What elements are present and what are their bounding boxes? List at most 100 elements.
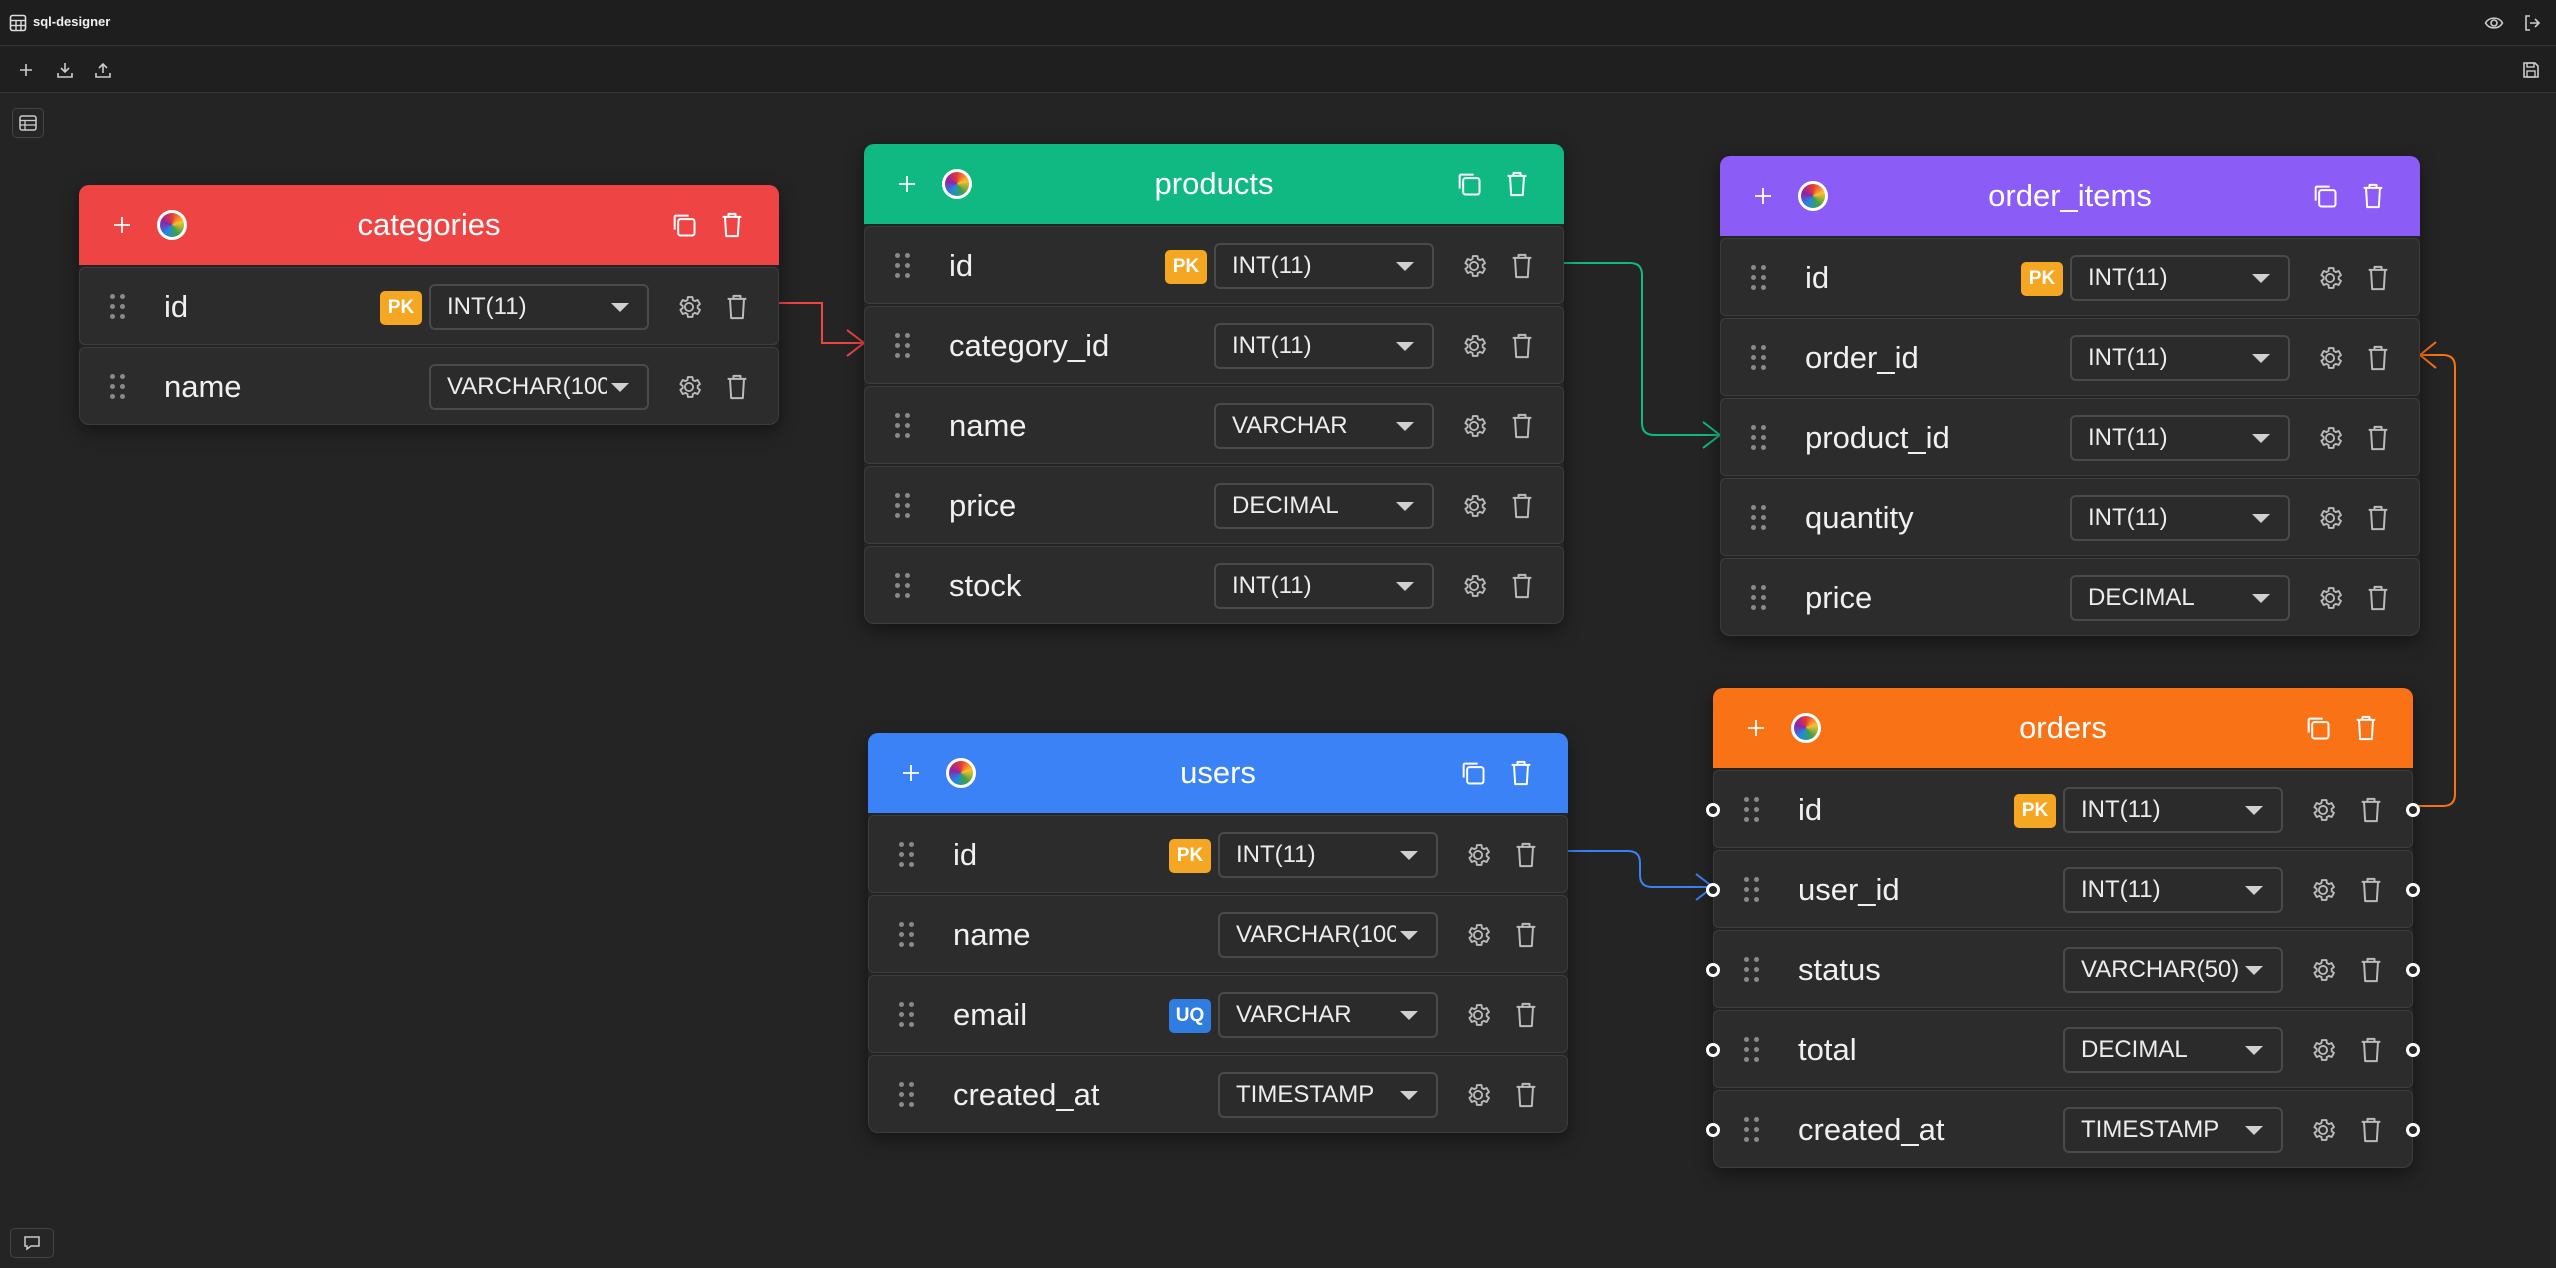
field-row[interactable]: name VARCHAR(100) — [868, 895, 1568, 973]
field-name[interactable]: id — [949, 227, 973, 305]
type-select[interactable]: VARCHAR(50) — [2063, 947, 2283, 993]
gear-icon[interactable] — [674, 292, 704, 322]
field-name[interactable]: id — [1798, 771, 1822, 849]
type-select[interactable]: VARCHAR(100) — [429, 364, 649, 410]
field-name[interactable]: product_id — [1805, 399, 1950, 477]
drag-handle-icon[interactable] — [1751, 585, 1767, 611]
trash-icon[interactable] — [2356, 1114, 2386, 1146]
type-select[interactable]: VARCHAR — [1214, 403, 1434, 449]
trash-icon[interactable] — [1511, 839, 1541, 871]
gear-icon[interactable] — [2308, 795, 2338, 825]
connection-handle-left[interactable] — [1706, 803, 1720, 817]
gear-icon[interactable] — [2308, 955, 2338, 985]
drag-handle-icon[interactable] — [110, 294, 126, 320]
drag-handle-icon[interactable] — [1751, 265, 1767, 291]
table-list-toggle-icon[interactable] — [12, 108, 44, 138]
drag-handle-icon[interactable] — [895, 253, 911, 279]
field-row[interactable]: id PK INT(11) — [868, 815, 1568, 893]
field-row[interactable]: user_id INT(11) — [1706, 850, 2420, 928]
field-row[interactable]: id PK INT(11) — [79, 267, 779, 345]
table-order_items[interactable]: order_items id PK INT(11) order_id INT(11) pro… — [1720, 156, 2420, 636]
type-select[interactable]: TIMESTAMP — [2063, 1107, 2283, 1153]
connection-handle-right[interactable] — [2406, 963, 2420, 977]
gear-icon[interactable] — [2315, 423, 2345, 453]
field-name[interactable]: category_id — [949, 307, 1109, 385]
duplicate-table-icon[interactable] — [1458, 758, 1488, 788]
type-select[interactable]: INT(11) — [2070, 335, 2290, 381]
save-icon[interactable] — [2521, 60, 2541, 80]
gear-icon[interactable] — [1463, 920, 1493, 950]
drag-handle-icon[interactable] — [1744, 957, 1760, 983]
delete-table-icon[interactable] — [717, 210, 747, 240]
connection-handle-left[interactable] — [1706, 1123, 1720, 1137]
field-name[interactable]: id — [164, 268, 188, 346]
gear-icon[interactable] — [2315, 583, 2345, 613]
drag-handle-icon[interactable] — [1751, 345, 1767, 371]
field-row[interactable]: created_at TIMESTAMP — [868, 1055, 1568, 1133]
gear-icon[interactable] — [2315, 263, 2345, 293]
field-name[interactable]: stock — [949, 547, 1021, 625]
field-name[interactable]: name — [953, 896, 1031, 974]
table-header[interactable]: users — [868, 733, 1568, 813]
field-name[interactable]: id — [1805, 239, 1829, 317]
type-select[interactable]: INT(11) — [2070, 495, 2290, 541]
duplicate-table-icon[interactable] — [669, 210, 699, 240]
type-select[interactable]: DECIMAL — [1214, 483, 1434, 529]
gear-icon[interactable] — [1459, 411, 1489, 441]
field-name[interactable]: price — [949, 467, 1016, 545]
trash-icon[interactable] — [1511, 919, 1541, 951]
trash-icon[interactable] — [1511, 1079, 1541, 1111]
field-row[interactable]: category_id INT(11) — [864, 306, 1564, 384]
gear-icon[interactable] — [1459, 491, 1489, 521]
delete-table-icon[interactable] — [2351, 713, 2381, 743]
connection-handle-right[interactable] — [2406, 883, 2420, 897]
type-select[interactable]: DECIMAL — [2063, 1027, 2283, 1073]
field-row[interactable]: total DECIMAL — [1706, 1010, 2420, 1089]
gear-icon[interactable] — [2308, 875, 2338, 905]
drag-handle-icon[interactable] — [110, 374, 126, 400]
type-select[interactable]: INT(11) — [2070, 415, 2290, 461]
drag-handle-icon[interactable] — [899, 922, 915, 948]
field-row[interactable]: name VARCHAR(100) — [79, 347, 779, 425]
gear-icon[interactable] — [1459, 331, 1489, 361]
gear-icon[interactable] — [2308, 1035, 2338, 1065]
type-select[interactable]: INT(11) — [2063, 867, 2283, 913]
table-orders[interactable]: orders id PK INT(11) user_id INT(11) status VAR… — [1706, 688, 2420, 1168]
field-name[interactable]: name — [164, 348, 242, 426]
connection-handle-right[interactable] — [2406, 1123, 2420, 1137]
field-name[interactable]: id — [953, 816, 977, 894]
trash-icon[interactable] — [1507, 410, 1537, 442]
drag-handle-icon[interactable] — [899, 842, 915, 868]
table-products[interactable]: products id PK INT(11) category_id INT(11) nam… — [864, 144, 1564, 624]
drag-handle-icon[interactable] — [1751, 505, 1767, 531]
drag-handle-icon[interactable] — [899, 1082, 915, 1108]
delete-table-icon[interactable] — [1502, 169, 1532, 199]
field-name[interactable]: name — [949, 387, 1027, 465]
type-select[interactable]: DECIMAL — [2070, 575, 2290, 621]
table-categories[interactable]: categories id PK INT(11) name VARCHAR(100) — [79, 185, 779, 425]
field-row[interactable]: name VARCHAR — [864, 386, 1564, 464]
field-name[interactable]: order_id — [1805, 319, 1919, 397]
type-select[interactable]: INT(11) — [1218, 832, 1438, 878]
field-name[interactable]: price — [1805, 559, 1872, 637]
gear-icon[interactable] — [2315, 343, 2345, 373]
field-row[interactable]: price DECIMAL — [1720, 558, 2420, 636]
field-name[interactable]: total — [1798, 1011, 1857, 1089]
plus-icon[interactable] — [16, 60, 36, 80]
type-select[interactable]: INT(11) — [2063, 787, 2283, 833]
field-row[interactable]: email UQ VARCHAR — [868, 975, 1568, 1053]
trash-icon[interactable] — [1507, 330, 1537, 362]
table-header[interactable]: order_items — [1720, 156, 2420, 236]
trash-icon[interactable] — [722, 291, 752, 323]
drag-handle-icon[interactable] — [899, 1002, 915, 1028]
table-header[interactable]: orders — [1713, 688, 2413, 768]
drag-handle-icon[interactable] — [895, 413, 911, 439]
field-row[interactable]: id PK INT(11) — [1706, 770, 2420, 849]
gear-icon[interactable] — [1459, 251, 1489, 281]
gear-icon[interactable] — [1463, 1000, 1493, 1030]
logout-icon[interactable] — [2521, 12, 2543, 34]
drag-handle-icon[interactable] — [1751, 425, 1767, 451]
download-icon[interactable] — [55, 60, 75, 80]
type-select[interactable]: VARCHAR(100) — [1218, 912, 1438, 958]
delete-table-icon[interactable] — [2358, 181, 2388, 211]
